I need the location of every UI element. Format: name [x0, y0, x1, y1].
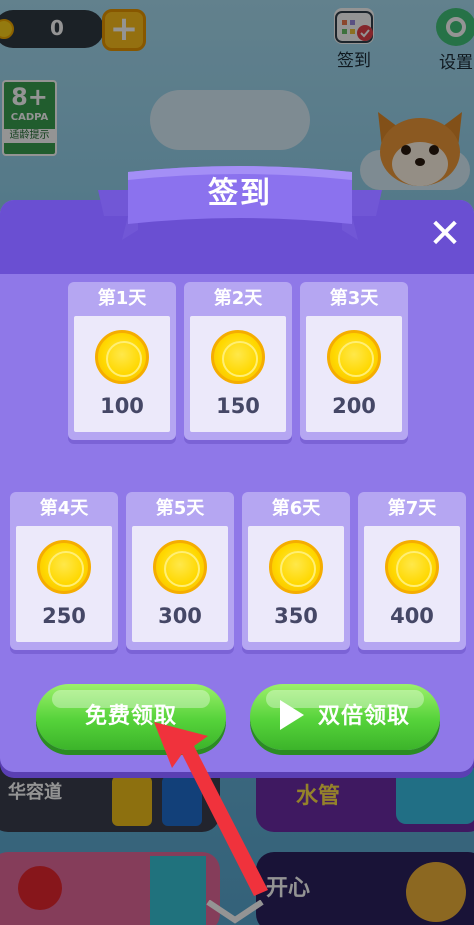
day-reward: 250 [16, 526, 112, 642]
reward-amount: 300 [158, 604, 202, 628]
reward-amount: 400 [390, 604, 434, 628]
day-label: 第2天 [213, 288, 263, 309]
day-card-7[interactable]: 第7天 400 [358, 492, 466, 650]
reward-amount: 250 [42, 604, 86, 628]
day-label: 第7天 [387, 498, 437, 519]
day-reward: 200 [306, 316, 402, 432]
day-card-3[interactable]: 第3天 200 [300, 282, 408, 440]
day-reward: 150 [190, 316, 286, 432]
coin-icon [37, 540, 91, 594]
day-card-5[interactable]: 第5天 300 [126, 492, 234, 650]
day-label: 第5天 [155, 498, 205, 519]
pointer-arrow-icon [154, 722, 268, 896]
coin-icon [327, 330, 381, 384]
reward-amount: 200 [332, 394, 376, 418]
day-card-6[interactable]: 第6天 350 [242, 492, 350, 650]
coin-icon [269, 540, 323, 594]
day-label: 第6天 [271, 498, 321, 519]
day-card-2[interactable]: 第2天 150 [184, 282, 292, 440]
day-label: 第4天 [39, 498, 89, 519]
day-label: 第1天 [97, 288, 147, 309]
day-card-1[interactable]: 第1天 100 [68, 282, 176, 440]
coin-icon [211, 330, 265, 384]
reward-amount: 350 [274, 604, 318, 628]
day-reward: 100 [74, 316, 170, 432]
day-reward: 350 [248, 526, 344, 642]
reward-amount: 150 [216, 394, 260, 418]
day-card-4[interactable]: 第4天 250 [10, 492, 118, 650]
day-reward: 300 [132, 526, 228, 642]
coin-icon [385, 540, 439, 594]
coin-icon [153, 540, 207, 594]
coin-icon [95, 330, 149, 384]
reward-amount: 100 [100, 394, 144, 418]
double-claim-label: 双倍领取 [317, 704, 410, 729]
dialog-title: 签到 [208, 176, 272, 211]
day-reward: 400 [364, 526, 460, 642]
day-label: 第3天 [329, 288, 379, 309]
close-button[interactable]: ✕ [424, 214, 466, 256]
